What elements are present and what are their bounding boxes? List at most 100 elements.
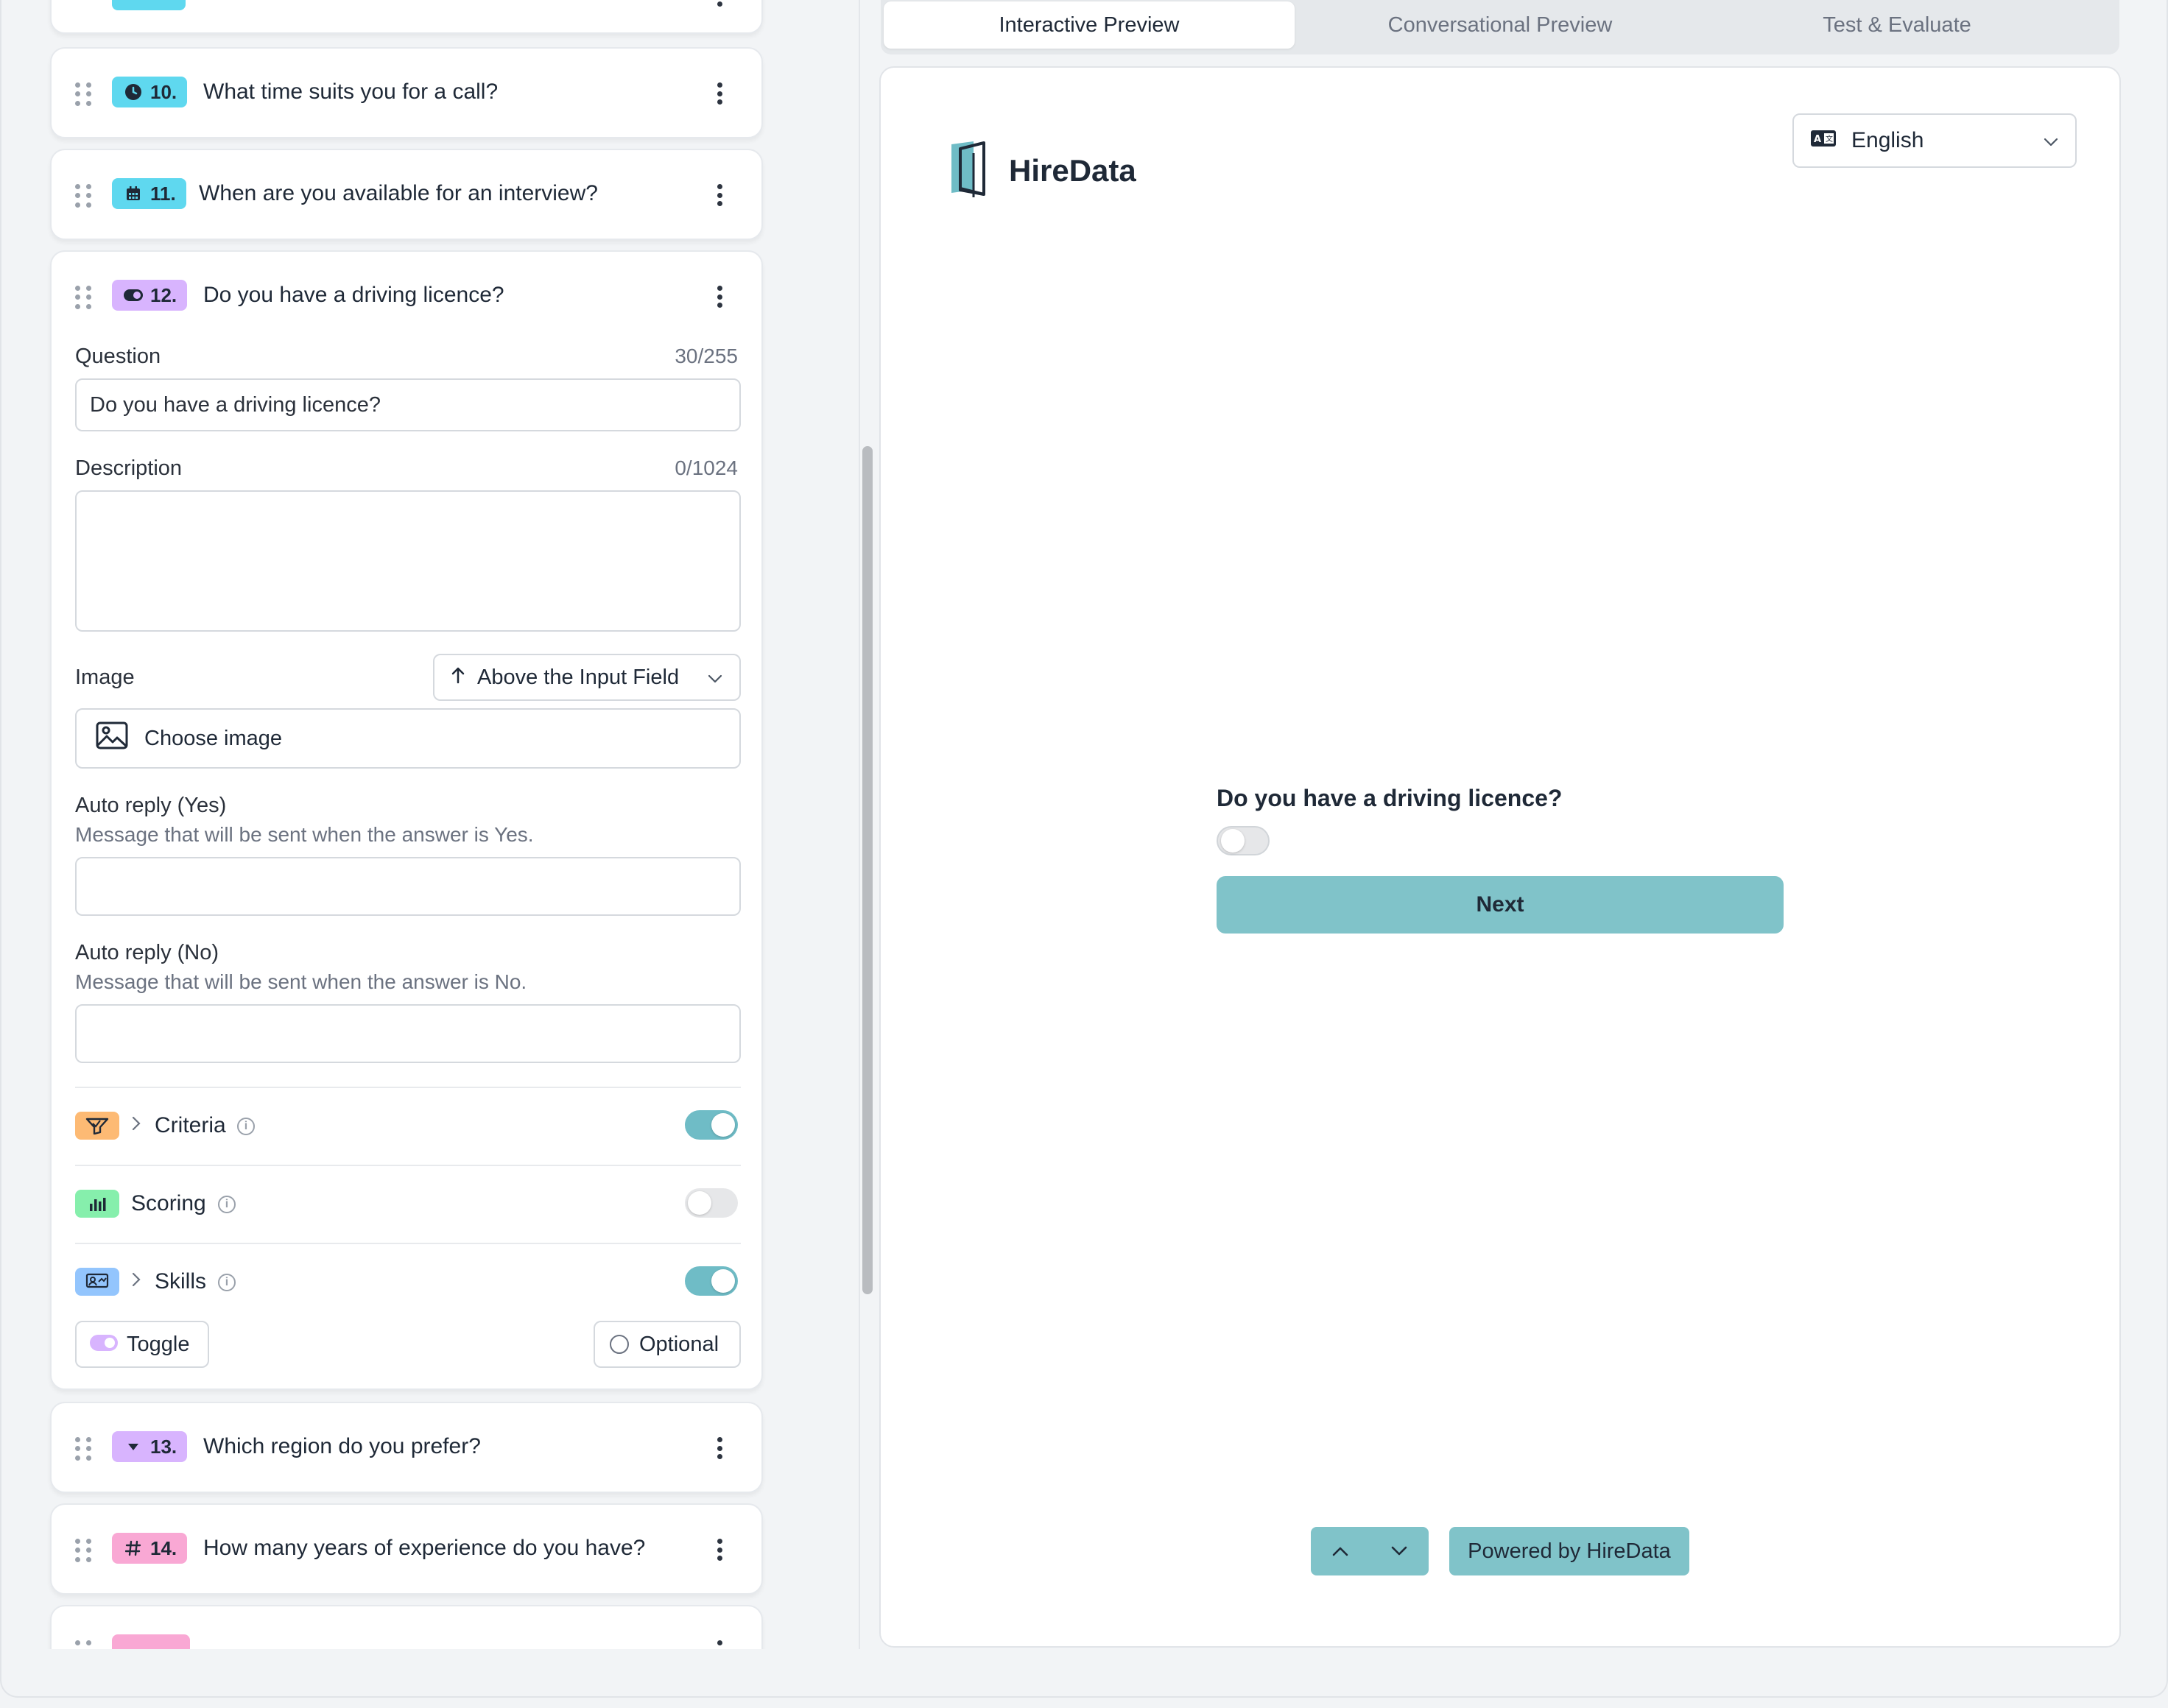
brand-logo: HireData (948, 138, 1136, 202)
chevron-right-icon[interactable] (131, 1269, 141, 1293)
tab-interactive-preview[interactable]: Interactive Preview (884, 1, 1295, 49)
drag-handle-icon[interactable] (75, 286, 91, 309)
chevron-down-icon (2043, 128, 2059, 153)
question-type-label: Toggle (127, 1332, 190, 1356)
hash-icon (124, 1539, 143, 1558)
description-label: Description (75, 456, 183, 480)
choose-image-label: Choose image (144, 726, 282, 750)
optional-button[interactable]: Optional (594, 1321, 741, 1368)
divider (75, 1087, 741, 1088)
tab-test-evaluate[interactable]: Test & Evaluate (1706, 1, 2088, 49)
optional-label: Optional (639, 1332, 719, 1356)
auto-reply-no-help: Message that will be sent when the answe… (75, 970, 527, 993)
toggle-icon (124, 286, 143, 305)
next-button[interactable]: Next (1217, 876, 1784, 934)
drag-handle-icon[interactable] (75, 1437, 91, 1461)
divider (75, 1243, 741, 1244)
question-title[interactable]: Do you have a driving licence? (203, 283, 504, 308)
criteria-label[interactable]: Criteria (155, 1113, 226, 1138)
question-list-pane[interactable]: 10. What time suits you for a call? 11. … (1, 0, 859, 1649)
question-title[interactable]: How many years of experience do you have… (203, 1536, 645, 1561)
calendar-icon (124, 184, 143, 203)
criteria-toggle[interactable] (685, 1110, 738, 1140)
skills-icon (75, 1268, 119, 1296)
question-input-value: Do you have a driving licence? (90, 392, 381, 417)
question-label: Question (75, 345, 161, 368)
question-char-count: 30/255 (675, 345, 738, 367)
more-options-icon[interactable] (717, 1539, 723, 1561)
svg-text:A: A (1814, 134, 1821, 145)
chevron-down-icon[interactable] (1370, 1527, 1429, 1575)
info-icon[interactable]: i (218, 1274, 236, 1291)
description-char-count: 0/1024 (675, 456, 738, 479)
question-card[interactable] (50, 1605, 763, 1649)
interactive-preview: HireData A文 English Do you have a drivin… (879, 66, 2121, 1648)
question-badge: 12. (112, 280, 188, 311)
auto-reply-yes-help: Message that will be sent when the answe… (75, 823, 534, 846)
question-number: 10. (150, 80, 177, 103)
scoring-icon (75, 1190, 119, 1218)
app-frame: 10. What time suits you for a call? 11. … (0, 0, 2168, 1698)
scoring-label[interactable]: Scoring (131, 1191, 206, 1216)
scoring-toggle[interactable] (685, 1188, 738, 1218)
divider (75, 1165, 741, 1166)
question-number: 11. (150, 182, 176, 205)
image-position-select[interactable]: Above the Input Field (433, 654, 741, 701)
question-type-button[interactable]: Toggle (75, 1321, 209, 1368)
info-icon[interactable]: i (237, 1118, 255, 1135)
question-card[interactable]: 13. Which region do you prefer? (50, 1402, 763, 1493)
scrollbar[interactable] (862, 446, 873, 1294)
more-options-icon[interactable] (717, 184, 723, 206)
question-badge (112, 0, 186, 10)
question-number: 12. (150, 283, 177, 306)
more-options-icon[interactable] (717, 1640, 723, 1649)
question-card[interactable]: 11. When are you available for an interv… (50, 149, 763, 240)
brand-name: HireData (1009, 152, 1136, 188)
chevron-right-icon[interactable] (131, 1113, 141, 1137)
language-value: English (1851, 128, 1924, 152)
preview-tabs: Interactive Preview Conversational Previ… (881, 0, 2119, 54)
powered-by-badge[interactable]: Powered by HireData (1449, 1527, 1689, 1575)
tab-conversational-preview[interactable]: Conversational Preview (1295, 1, 1706, 49)
question-title[interactable]: Which region do you prefer? (203, 1434, 481, 1459)
question-card[interactable]: 10. What time suits you for a call? (50, 47, 763, 138)
more-options-icon[interactable] (717, 82, 723, 105)
question-badge (112, 1634, 190, 1649)
arrow-up-icon (451, 666, 465, 690)
description-textarea[interactable] (75, 490, 741, 632)
image-position-value: Above the Input Field (477, 665, 680, 689)
auto-reply-yes-input[interactable] (75, 857, 741, 916)
question-card[interactable]: 14. How many years of experience do you … (50, 1503, 763, 1595)
more-options-icon[interactable] (717, 1437, 723, 1459)
drag-handle-icon[interactable] (75, 1539, 91, 1562)
question-title[interactable]: What time suits you for a call? (203, 80, 498, 105)
drag-handle-icon[interactable] (75, 82, 91, 106)
drag-handle-icon[interactable] (75, 184, 91, 208)
toggle-icon (90, 1333, 118, 1357)
more-options-icon[interactable] (717, 286, 723, 308)
image-icon (96, 721, 128, 755)
question-number: 14. (150, 1536, 177, 1559)
info-icon[interactable]: i (218, 1196, 236, 1213)
svg-text:文: 文 (1826, 134, 1833, 144)
auto-reply-no-label: Auto reply (No) (75, 941, 219, 964)
question-number: 13. (150, 1435, 177, 1458)
chevron-up-icon[interactable] (1311, 1527, 1370, 1575)
drag-handle-icon[interactable] (75, 1640, 91, 1649)
choose-image-button[interactable]: Choose image (75, 708, 741, 769)
answer-toggle[interactable] (1217, 826, 1270, 855)
skills-toggle[interactable] (685, 1266, 738, 1296)
auto-reply-no-input[interactable] (75, 1004, 741, 1063)
clock-icon (124, 82, 143, 102)
question-title[interactable]: When are you available for an interview? (199, 181, 598, 206)
question-card-expanded[interactable]: 12. Do you have a driving licence? Quest… (50, 250, 763, 1390)
question-badge: 14. (112, 1533, 188, 1564)
question-badge: 11. (112, 178, 186, 209)
hiredata-logo-icon (948, 138, 1000, 202)
question-input[interactable]: Do you have a driving licence? (75, 378, 741, 431)
language-select[interactable]: A文 English (1792, 113, 2077, 168)
preview-question: Do you have a driving licence? (1217, 785, 1563, 811)
question-card[interactable] (50, 0, 763, 34)
skills-label[interactable]: Skills (155, 1269, 206, 1294)
more-options-icon[interactable] (717, 1, 723, 10)
